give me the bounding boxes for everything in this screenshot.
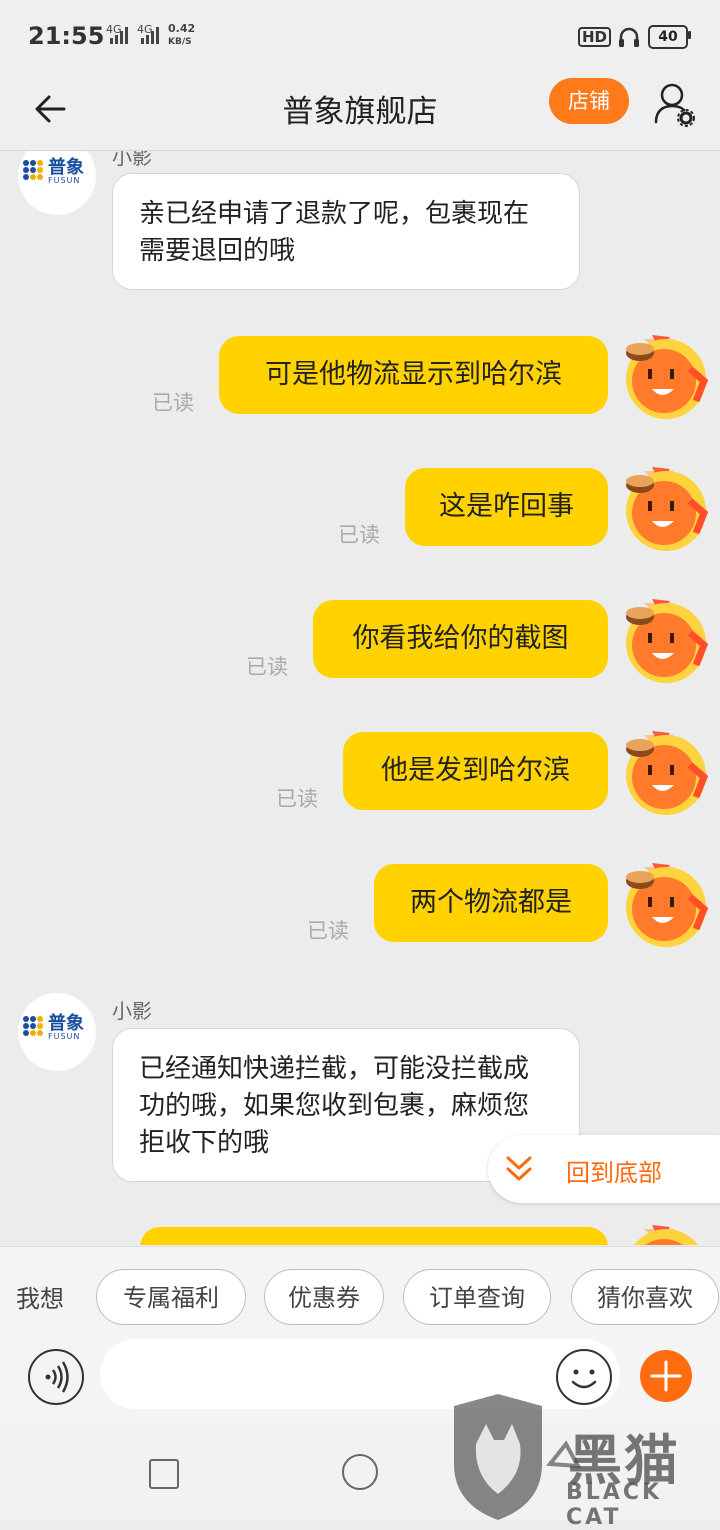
outgoing-message[interactable]: 他是发到哈尔滨 [343,732,608,810]
user-avatar-icon[interactable] [614,1219,710,1245]
chip-coupons[interactable]: 优惠券 [264,1269,384,1325]
sender-name: 小影 [112,151,152,169]
back-arrow-icon[interactable] [28,86,74,132]
shop-avatar[interactable]: 普象 FUSUN [18,993,96,1071]
chip-order-lookup[interactable]: 订单查询 [403,1269,551,1325]
shop-logo-en: FUSUN [48,176,81,185]
read-status: 已读 [152,391,194,415]
shop-avatar[interactable]: 普象 FUSUN [18,151,96,215]
network-speed: 0.42 KB/S [168,23,195,48]
user-avatar-icon[interactable] [614,329,710,425]
shop-logo-en: FUSUN [48,1032,81,1041]
user-settings-icon[interactable] [652,80,698,130]
watermark-text-en: BLACK CAT [566,1480,663,1530]
outgoing-message-partial[interactable] [140,1227,608,1245]
read-status: 已读 [338,523,380,547]
shop-button[interactable]: 店铺 [549,78,629,124]
user-avatar-icon[interactable] [614,725,710,821]
incoming-message[interactable]: 亲已经申请了退款了呢，包裹现在需要退回的哦 [112,173,580,290]
speed-unit: KB/S [168,37,192,47]
user-avatar-icon[interactable] [614,461,710,557]
sender-name: 小影 [112,999,152,1023]
signal-icon [110,27,128,44]
voice-input-button[interactable] [28,1349,84,1405]
scroll-to-bottom-label: 回到底部 [566,1159,662,1187]
chat-header: 普象旗舰店 店铺 [0,70,720,151]
outgoing-message[interactable]: 两个物流都是 [374,864,608,942]
outgoing-message[interactable]: 可是他物流显示到哈尔滨 [219,336,608,414]
voice-icon [45,1361,69,1393]
hd-voice-icon: HD [578,27,612,47]
scroll-to-bottom-button[interactable]: 回到底部 [488,1135,720,1203]
message-list[interactable]: 普象 FUSUN 小影 亲已经申请了退款了呢，包裹现在需要退回的哦 已读 可是他… [0,151,720,1245]
quick-reply-prefix: 我想 [16,1285,64,1313]
recent-apps-button[interactable] [149,1459,179,1489]
chip-exclusive-benefits[interactable]: 专属福利 [96,1269,246,1325]
outgoing-message[interactable]: 这是咋回事 [405,468,608,546]
headphone-icon [619,27,639,47]
battery-tip [688,31,691,39]
speed-value: 0.42 [168,22,196,35]
read-status: 已读 [307,919,349,943]
battery-icon: 40 [648,25,688,49]
status-bar: 21:55 4G 4G 0.42 KB/S HD 40 [0,0,720,70]
read-status: 已读 [276,787,318,811]
status-time: 21:55 [28,22,105,50]
user-avatar-icon[interactable] [614,593,710,689]
chip-guess-you-like[interactable]: 猜你喜欢 [571,1269,719,1325]
home-button[interactable] [342,1454,378,1490]
read-status: 已读 [246,655,288,679]
signal-icon [141,27,159,44]
double-chevron-down-icon [506,1156,532,1181]
user-avatar-icon[interactable] [614,857,710,953]
outgoing-message[interactable]: 你看我给你的截图 [313,600,608,678]
